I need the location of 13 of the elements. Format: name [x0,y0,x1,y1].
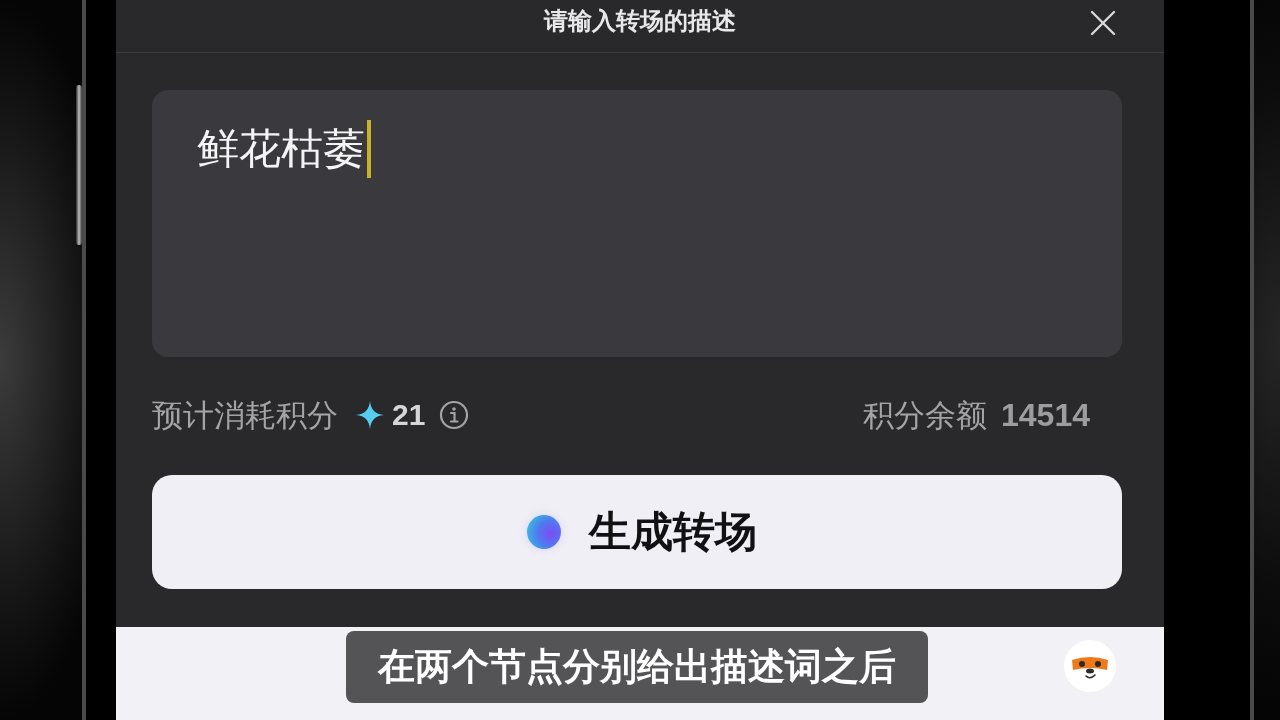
sparkle-icon [356,401,384,429]
video-caption: 在两个节点分别给出描述词之后 [346,631,928,703]
balance-value: 14514 [1001,396,1090,434]
side-button[interactable] [76,85,82,245]
dialog-title: 请输入转场的描述 [544,6,736,36]
cost-value: 21 [392,397,426,433]
info-button[interactable] [439,400,470,430]
mascot-icon [1064,640,1116,692]
description-field[interactable]: 鲜花枯萎 [152,90,1122,357]
balance-label: 积分余额 [863,396,987,434]
generate-button[interactable]: 生成转场 [152,475,1122,589]
cost-label: 预计消耗积分 [152,396,338,434]
orb-icon [527,515,561,549]
